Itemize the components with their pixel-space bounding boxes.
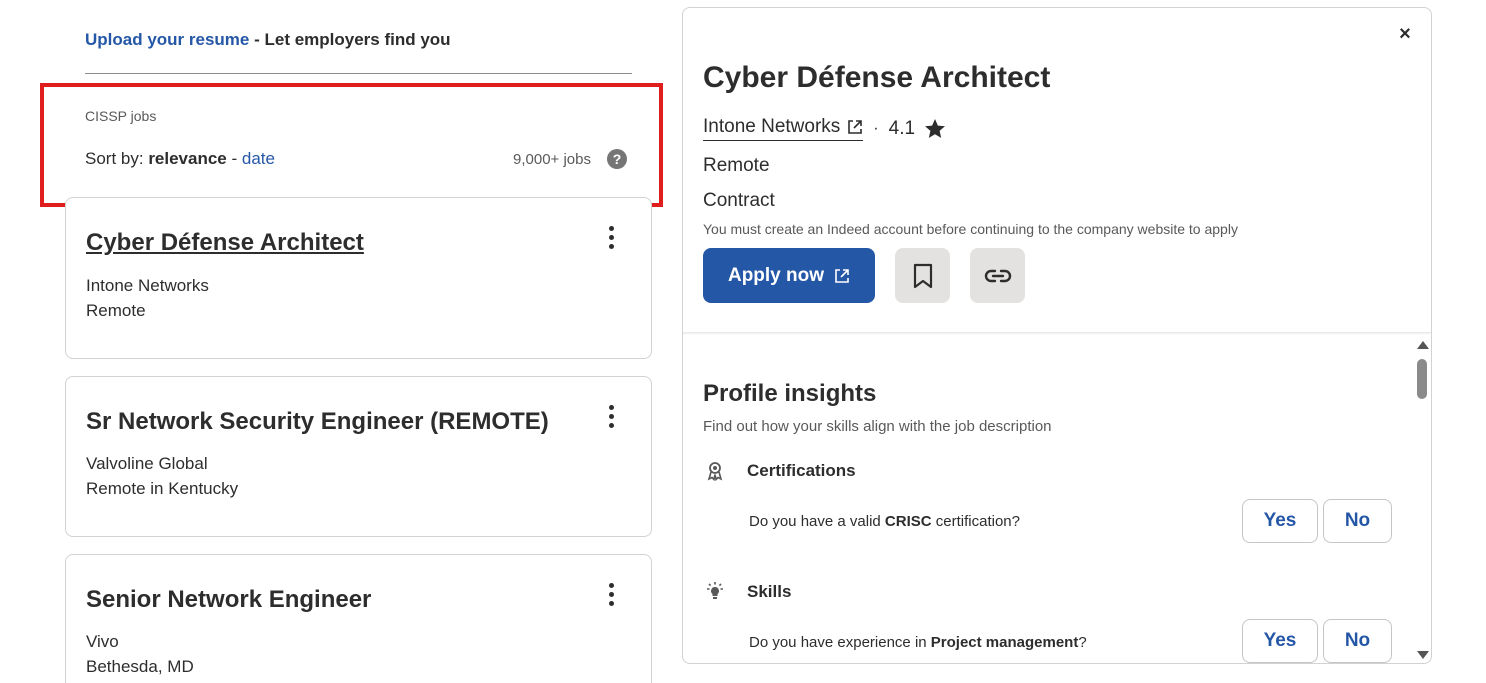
- scrollbar[interactable]: [1414, 341, 1430, 663]
- star-icon: [925, 118, 946, 138]
- certification-no-button[interactable]: No: [1323, 499, 1392, 543]
- sort-prefix: Sort by:: [85, 149, 149, 168]
- resume-banner-text: - Let employers find you: [249, 30, 451, 49]
- header-divider: [683, 332, 1431, 335]
- link-icon: [984, 269, 1011, 282]
- certification-question: Do you have a valid CRISC certification?: [749, 513, 1020, 530]
- highlight-box: [40, 83, 663, 207]
- external-link-icon: [835, 268, 849, 283]
- company-rating: 4.1: [888, 117, 916, 139]
- insights-subtitle: Find out how your skills align with the …: [703, 418, 1052, 435]
- upload-resume-link[interactable]: Upload your resume: [85, 30, 249, 49]
- divider: [85, 73, 632, 74]
- insights-title: Profile insights: [703, 380, 877, 407]
- company-name: Intone Networks: [703, 116, 841, 137]
- detail-job-title: Cyber Défense Architect: [703, 61, 1051, 94]
- detail-job-type: Contract: [703, 190, 775, 211]
- question-keyword: CRISC: [884, 513, 932, 530]
- more-options-icon[interactable]: [602, 583, 620, 613]
- certifications-label: Certifications: [747, 461, 856, 480]
- certification-yes-button[interactable]: Yes: [1242, 499, 1318, 543]
- question-text: Do you have experience in: [749, 634, 931, 651]
- job-location: Remote in Kentucky: [86, 479, 239, 498]
- save-job-button[interactable]: [895, 248, 950, 303]
- lightbulb-icon: [707, 582, 723, 599]
- resume-banner: Upload your resume - Let employers find …: [85, 30, 451, 50]
- sort-relevance: relevance: [148, 149, 227, 168]
- question-text: ?: [1078, 634, 1087, 651]
- job-card[interactable]: Senior Network Engineer Vivo Bethesda, M…: [65, 554, 652, 683]
- detail-location: Remote: [703, 155, 770, 176]
- bookmark-icon: [913, 263, 932, 288]
- job-title[interactable]: Sr Network Security Engineer (REMOTE): [86, 408, 549, 436]
- sort-row: Sort by: relevance - date: [85, 149, 275, 169]
- award-ribbon-icon: [707, 462, 723, 481]
- job-detail-panel: × Cyber Défense Architect Intone Network…: [682, 7, 1432, 664]
- skills-no-button[interactable]: No: [1323, 619, 1392, 663]
- question-keyword: Project management: [930, 634, 1079, 651]
- job-title[interactable]: Senior Network Engineer: [86, 586, 371, 614]
- job-card[interactable]: Sr Network Security Engineer (REMOTE) Va…: [65, 376, 652, 537]
- job-title[interactable]: Cyber Défense Architect: [86, 229, 364, 257]
- job-count: 9,000+ jobs: [513, 151, 591, 168]
- sort-separator: -: [226, 149, 242, 168]
- sort-date-link[interactable]: date: [242, 149, 275, 168]
- apply-now-button[interactable]: Apply now: [703, 248, 875, 303]
- job-company: Valvoline Global: [86, 454, 208, 473]
- copy-link-button[interactable]: [970, 248, 1025, 303]
- scroll-down-arrow-icon[interactable]: [1417, 651, 1429, 659]
- job-location: Remote: [86, 301, 146, 320]
- scroll-thumb[interactable]: [1417, 359, 1427, 399]
- scroll-up-arrow-icon[interactable]: [1417, 341, 1429, 349]
- skills-label: Skills: [747, 582, 792, 601]
- skills-question: Do you have experience in Project manage…: [749, 634, 1087, 651]
- job-company: Vivo: [86, 632, 119, 651]
- question-text: certification?: [931, 513, 1020, 530]
- external-link-icon: [848, 120, 863, 134]
- search-label: CISSP jobs: [85, 108, 157, 124]
- separator-dot: ·: [873, 119, 879, 137]
- more-options-icon[interactable]: [602, 226, 620, 256]
- job-card[interactable]: Cyber Défense Architect Intone Networks …: [65, 197, 652, 359]
- company-row: Intone Networks · 4.1: [703, 116, 947, 141]
- job-company: Intone Networks: [86, 276, 209, 295]
- close-icon[interactable]: ×: [1395, 24, 1415, 44]
- help-icon[interactable]: ?: [607, 149, 627, 169]
- more-options-icon[interactable]: [602, 405, 620, 435]
- question-text: Do you have a valid: [749, 513, 885, 530]
- apply-note: You must create an Indeed account before…: [703, 221, 1238, 237]
- job-location: Bethesda, MD: [86, 657, 194, 676]
- company-link[interactable]: Intone Networks: [703, 116, 864, 141]
- skills-yes-button[interactable]: Yes: [1242, 619, 1318, 663]
- apply-now-label: Apply now: [727, 264, 825, 286]
